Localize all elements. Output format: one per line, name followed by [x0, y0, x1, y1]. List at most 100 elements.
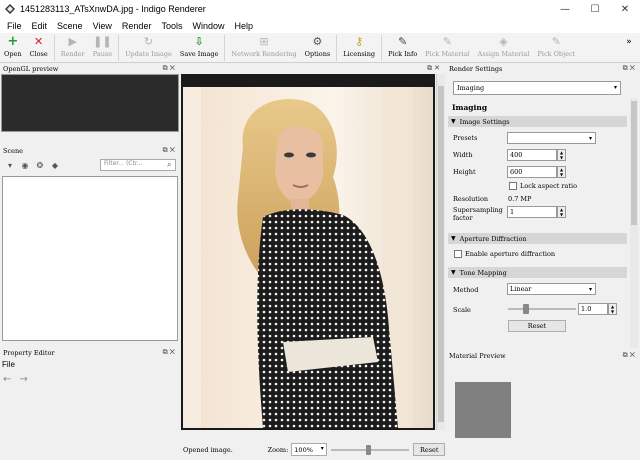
licensing-label: Licensing	[343, 50, 376, 58]
image-vertical-scrollbar[interactable]	[436, 74, 445, 430]
toolbar-overflow-button[interactable]: »	[618, 33, 640, 63]
close-window-button[interactable]: ✕	[610, 0, 640, 18]
scene-tree[interactable]	[2, 176, 178, 341]
menu-file[interactable]: File	[2, 21, 27, 31]
minimize-button[interactable]: —	[550, 0, 580, 18]
panel-float-close-icons[interactable]: ⧉✕	[163, 146, 177, 155]
zoom-select[interactable]: 100% ▾	[291, 443, 327, 456]
update-image-label: Update Image	[125, 50, 172, 58]
close-button[interactable]: ✕ Close	[26, 33, 52, 63]
network-rendering-button[interactable]: ⊞ Network Rendering	[227, 33, 300, 63]
slider-handle[interactable]	[523, 304, 529, 314]
menu-edit[interactable]: Edit	[27, 21, 53, 31]
panel-float-close-icons[interactable]: ⧉✕	[623, 351, 637, 360]
zoom-reset-button[interactable]: Reset	[413, 443, 445, 456]
width-spinner[interactable]: ▲ ▼	[557, 149, 566, 161]
sphere-icon[interactable]: ❂	[34, 159, 46, 171]
pick-info-button[interactable]: ✎ Pick Info	[384, 33, 421, 63]
scene-panel: Scene ⧉✕ ▾ ◉ ❂ ◆ Filter... (Ctr... ⌕	[0, 145, 180, 345]
paint-bucket-icon: ◈	[499, 35, 508, 48]
panel-float-close-icons[interactable]: ⧉✕	[623, 64, 637, 73]
dropdown-arrow-icon[interactable]: ▾	[4, 159, 16, 171]
chevron-down-icon: ▾	[613, 84, 617, 91]
close-label: Close	[29, 50, 48, 58]
update-image-button[interactable]: ↻ Update Image	[121, 33, 176, 63]
panel-float-close-icons[interactable]: ⧉✕	[163, 64, 177, 73]
scale-spinner[interactable]: ▲ ▼	[608, 303, 617, 315]
target-icon[interactable]: ◉	[19, 159, 31, 171]
menu-render[interactable]: Render	[117, 21, 157, 31]
render-mode-select[interactable]: Imaging ▾	[453, 81, 621, 95]
options-label: Options	[304, 50, 331, 58]
open-button[interactable]: + Open	[0, 33, 26, 63]
opengl-preview-title: OpenGL preview	[3, 64, 59, 73]
scale-slider[interactable]	[508, 304, 576, 314]
pick-material-button[interactable]: ✎ Pick Material	[421, 33, 473, 63]
opengl-viewport[interactable]	[1, 74, 179, 132]
scrollbar-thumb[interactable]	[438, 86, 444, 422]
supersampling-spinner[interactable]: ▲ ▼	[557, 206, 566, 218]
property-editor-title: Property Editor	[3, 348, 55, 357]
method-label: Method	[453, 286, 479, 294]
width-input[interactable]: 400	[507, 149, 557, 161]
height-input[interactable]: 600	[507, 166, 557, 178]
licensing-button[interactable]: ⚷ Licensing	[339, 33, 379, 63]
aperture-diffraction-label: Enable aperture diffraction	[465, 250, 556, 258]
tone-mapping-title: Tone Mapping	[459, 268, 507, 277]
tone-mapping-reset-button[interactable]: Reset	[508, 320, 566, 332]
menu-window[interactable]: Window	[187, 21, 229, 31]
panel-float-close-icons[interactable]: ⧉✕	[427, 64, 442, 73]
material-preview-swatch	[455, 382, 511, 438]
maximize-button[interactable]: ☐	[580, 0, 610, 18]
pause-label: Pause	[92, 50, 113, 58]
scale-input[interactable]: 1.0	[578, 303, 608, 315]
height-spinner[interactable]: ▲ ▼	[557, 166, 566, 178]
network-rendering-label: Network Rendering	[231, 50, 297, 58]
spin-down-icon[interactable]: ▼	[560, 212, 563, 217]
material-preview-title: Material Preview	[449, 351, 506, 360]
zoom-value: 100%	[294, 445, 313, 454]
presets-select[interactable]: ▾	[507, 132, 596, 144]
render-button[interactable]: ▶ Render	[57, 33, 89, 63]
supersampling-input[interactable]: 1	[507, 206, 557, 218]
spin-down-icon[interactable]: ▼	[611, 309, 614, 314]
pick-object-button[interactable]: ✎ Pick Object	[534, 33, 580, 63]
image-settings-section[interactable]: ▼ Image Settings	[448, 116, 627, 127]
search-icon: ⌕	[167, 160, 172, 169]
zoom-slider[interactable]	[330, 444, 409, 456]
tone-mapping-section[interactable]: ▼ Tone Mapping	[448, 267, 627, 278]
app-icon	[5, 4, 15, 14]
network-icon: ⊞	[259, 35, 269, 48]
title-bar: 1451283113_ATsXnwDA.jpg - Indigo Rendere…	[0, 0, 640, 18]
lock-aspect-label: Lock aspect ratio	[520, 182, 577, 190]
tone-method-select[interactable]: Linear ▾	[507, 283, 596, 295]
opengl-preview-panel: OpenGL preview ⧉✕	[0, 63, 180, 145]
back-arrow-icon[interactable]: ←	[3, 374, 11, 385]
chevron-down-icon: ▾	[588, 286, 592, 293]
menu-help[interactable]: Help	[229, 21, 258, 31]
forward-arrow-icon[interactable]: →	[19, 374, 27, 385]
spin-down-icon[interactable]: ▼	[560, 172, 563, 177]
pause-button[interactable]: ❚❚ Pause	[89, 33, 116, 63]
menu-tools[interactable]: Tools	[156, 21, 187, 31]
scene-filter-input[interactable]: Filter... (Ctr...	[100, 159, 176, 171]
render-settings-scrollbar[interactable]	[630, 98, 638, 348]
plus-icon: +	[7, 34, 19, 49]
scrollbar-thumb[interactable]	[631, 101, 637, 225]
refresh-icon: ↻	[143, 35, 154, 48]
aperture-diffraction-checkbox[interactable]	[454, 250, 462, 258]
spin-down-icon[interactable]: ▼	[560, 155, 563, 160]
lock-aspect-checkbox[interactable]	[509, 182, 517, 190]
aperture-diffraction-section[interactable]: ▼ Aperture Diffraction	[448, 233, 627, 244]
assign-material-button[interactable]: ◈ Assign Material	[474, 33, 534, 63]
menu-view[interactable]: View	[88, 21, 117, 31]
panel-float-close-icons[interactable]: ⧉✕	[163, 348, 177, 357]
supersampling-label-factor: factor	[453, 214, 473, 222]
render-settings-title: Render Settings	[449, 64, 503, 73]
menu-scene[interactable]: Scene	[52, 21, 88, 31]
cube-icon[interactable]: ◆	[49, 159, 61, 171]
slider-handle[interactable]	[365, 444, 371, 455]
options-button[interactable]: ⚙ Options	[301, 33, 335, 63]
play-icon: ▶	[68, 35, 77, 48]
save-image-button[interactable]: ⇩ Save Image	[176, 33, 223, 63]
